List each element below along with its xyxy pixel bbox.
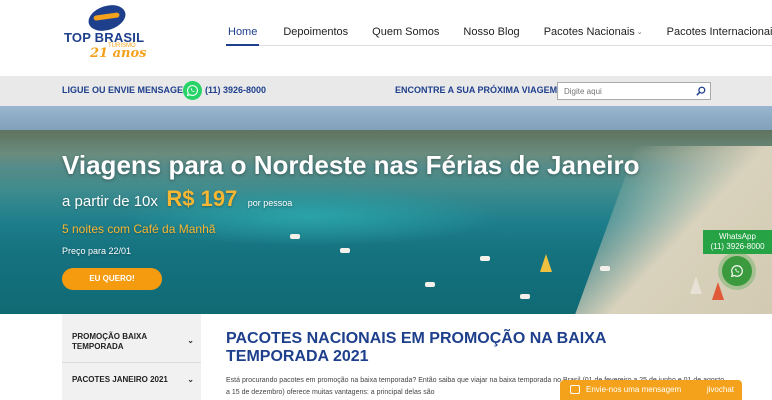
- sidebar-item-promocao[interactable]: PROMOÇÃO BAIXA TEMPORADA ⌄: [72, 332, 194, 352]
- nav-item-label: Home: [228, 26, 258, 38]
- chevron-down-icon: ⌄: [187, 375, 194, 384]
- logo-years: 21 anos: [90, 46, 147, 61]
- contact-bar: LIGUE OU ENVIE MENSAGEM: (11) 3926-8000 …: [0, 76, 772, 106]
- boat-image: [520, 294, 530, 299]
- hero-price: R$ 197: [166, 186, 238, 211]
- search-box: [557, 82, 711, 100]
- nav-item-depoimentos[interactable]: Depoimentos: [283, 18, 348, 46]
- sailboat-image: [712, 282, 724, 300]
- nav-item-label: Depoimentos: [283, 26, 349, 38]
- sailboat-image: [540, 254, 552, 272]
- hero-valid-date: Preço para 22/01: [62, 246, 132, 256]
- boat-image: [425, 282, 435, 287]
- sidebar-item-label: PROMOÇÃO BAIXA TEMPORADA: [72, 332, 147, 351]
- whatsapp-float-button[interactable]: [722, 256, 752, 286]
- hero-title: Viagens para o Nordeste nas Férias de Ja…: [62, 150, 640, 180]
- nav-item-home[interactable]: Home: [226, 18, 260, 46]
- search-icon[interactable]: [696, 86, 706, 96]
- nav-item-label: Pacotes Internacionais: [666, 26, 772, 38]
- search-label: ENCONTRE A SUA PRÓXIMA VIAGEM:: [395, 85, 561, 95]
- chat-brand: jivochat: [706, 385, 734, 394]
- hero-price-suffix: por pessoa: [247, 198, 293, 208]
- main-navigation: Home Depoimentos Quem Somos Nosso Blog P…: [226, 18, 772, 46]
- top-brasil-logo[interactable]: TOP BRASIL TURISMO 21 anos: [64, 0, 150, 61]
- hero-price-line: a partir de 10x R$ 197 por pessoa: [62, 186, 292, 212]
- sailboat-image: [690, 276, 702, 294]
- whatsapp-icon[interactable]: [183, 81, 202, 100]
- boat-image: [290, 234, 300, 239]
- nav-item-label: Nosso Blog: [463, 26, 520, 38]
- chevron-down-icon: ⌄: [636, 29, 643, 36]
- hero-banner: Viagens para o Nordeste nas Férias de Ja…: [0, 106, 772, 314]
- hero-nights: 5 noites com Café da Manhã: [62, 222, 216, 236]
- nav-item-label: Quem Somos: [372, 26, 440, 38]
- category-sidebar: PROMOÇÃO BAIXA TEMPORADA ⌄ PACOTES JANEI…: [62, 314, 201, 400]
- sidebar-item-janeiro[interactable]: PACOTES JANEIRO 2021 ⌄: [72, 375, 194, 385]
- nav-item-nosso-blog[interactable]: Nosso Blog: [463, 18, 519, 46]
- contact-label: LIGUE OU ENVIE MENSAGEM:: [62, 85, 194, 95]
- nav-item-label: Pacotes Nacionais: [543, 26, 635, 38]
- chat-label: Envie-nos uma mensagem: [586, 385, 682, 394]
- chat-widget-button[interactable]: Envie-nos uma mensagem jivochat: [560, 380, 742, 400]
- search-input[interactable]: [558, 83, 692, 99]
- sidebar-item-label: PACOTES JANEIRO 2021: [72, 375, 168, 384]
- sidebar-divider: [62, 362, 201, 363]
- site-header: TOP BRASIL TURISMO 21 anos Home Depoimen…: [0, 0, 772, 76]
- boat-image: [480, 256, 490, 261]
- whatsapp-float-label[interactable]: WhatsApp (11) 3926-8000: [703, 230, 772, 254]
- contact-phone[interactable]: (11) 3926-8000: [205, 85, 266, 95]
- eu-quero-button[interactable]: EU QUERO!: [62, 268, 162, 290]
- boat-image: [340, 248, 350, 253]
- chevron-down-icon: ⌄: [187, 336, 194, 345]
- nav-item-pacotes-internacionais[interactable]: Pacotes Internacionais⌄: [667, 18, 772, 46]
- nav-item-pacotes-nacionais[interactable]: Pacotes Nacionais ⌄: [544, 18, 643, 46]
- chat-icon: [570, 385, 580, 394]
- boat-image: [600, 266, 610, 271]
- whatsapp-float-phone: (11) 3926-8000: [710, 242, 765, 251]
- hero-price-prefix: a partir de 10x: [62, 193, 158, 210]
- nav-item-quem-somos[interactable]: Quem Somos: [372, 18, 439, 46]
- page-title: PACOTES NACIONAIS EM PROMOÇÃO NA BAIXA T…: [226, 330, 606, 365]
- whatsapp-float-title: WhatsApp: [719, 232, 756, 241]
- whatsapp-icon: [730, 265, 743, 278]
